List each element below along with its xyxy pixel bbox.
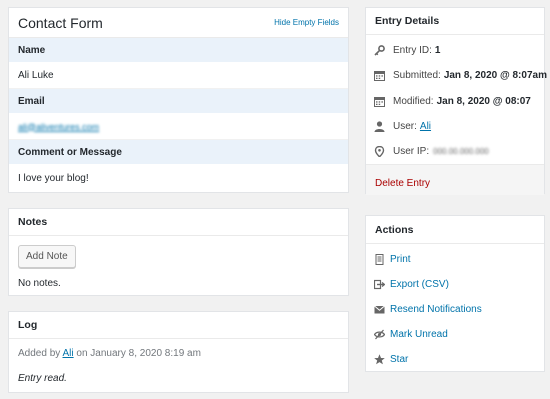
contact-form-panel: Contact Form Hide Empty Fields Name Ali … [8,7,349,193]
entry-id-label: Entry ID: [393,45,432,56]
actions-title: Actions [375,223,414,236]
modified-value: Jan 8, 2020 @ 08:07 [436,96,531,107]
ip-value: 000.00.000.000 [433,147,489,156]
submitted-row: Submitted: Jan 8, 2020 @ 8:07am [374,70,547,81]
contact-form-title: Contact Form [18,14,103,31]
field-label-email: Email [9,89,348,114]
submitted-value: Jan 8, 2020 @ 8:07am [443,70,547,81]
log-user-link[interactable]: Ali [63,348,74,359]
ip-label: User IP: [393,146,430,157]
ip-row: User IP: 000.00.000.000 [374,146,489,157]
log-added-on: on January 8, 2020 8:19 am [76,348,201,359]
actions-panel: Actions Print Export (CSV) Resend Notifi… [365,215,545,372]
log-panel: Log Added by Ali on January 8, 2020 8:19… [8,311,349,393]
notes-header: Notes [9,209,348,236]
log-added-by: Added by Ali on January 8, 2020 8:19 am [18,348,201,359]
key-icon [374,45,385,56]
add-note-button[interactable]: Add Note [18,245,76,268]
user-row: User: Ali [374,121,431,132]
notes-panel: Notes Add Note No notes. [8,208,349,296]
action-star-label: Star [390,354,409,365]
action-mark-unread[interactable]: Mark Unread [374,329,448,340]
log-title: Log [18,319,38,331]
submitted-label: Submitted: [393,70,441,81]
entry-id-value: 1 [434,45,441,56]
log-added-by-prefix: Added by [18,348,61,359]
field-value-name: Ali Luke [9,63,348,89]
actions-header: Actions [366,216,544,244]
star-icon [374,354,385,365]
log-entry-text: Entry read. [18,373,67,384]
user-link[interactable]: Ali [420,121,431,132]
log-header: Log [9,312,348,339]
delete-entry-link[interactable]: Delete Entry [375,178,430,189]
modified-row: Modified: Jan 8, 2020 @ 08:07 [374,96,531,107]
action-print[interactable]: Print [374,254,411,265]
user-label: User: [393,121,417,132]
action-star[interactable]: Star [374,354,408,365]
location-pin-icon [374,146,385,157]
action-resend-notifications[interactable]: Resend Notifications [374,304,482,315]
eye-slash-icon [374,329,385,340]
hide-empty-fields-link[interactable]: Hide Empty Fields [274,18,339,27]
action-print-label: Print [390,254,411,265]
entry-details-panel: Entry Details Entry ID: 1 Submitted: Jan… [365,7,547,195]
notes-title: Notes [18,216,48,228]
action-mark-unread-label: Mark Unread [390,329,448,340]
email-link[interactable]: ali@aliventures.com [18,122,99,132]
contact-form-header: Contact Form Hide Empty Fields [9,8,348,38]
print-icon [374,254,385,265]
action-resend-label: Resend Notifications [390,304,482,315]
field-label-message: Comment or Message [9,140,348,165]
field-value-email: ali@aliventures.com [9,114,348,140]
action-export-csv[interactable]: Export (CSV) [374,279,449,290]
entry-details-title: Entry Details [375,15,440,27]
field-value-message: I love your blog! [18,172,89,184]
action-export-label: Export (CSV) [390,279,449,290]
export-icon [374,279,385,290]
modified-label: Modified: [393,96,434,107]
no-notes-text: No notes. [18,278,61,289]
user-icon [374,121,385,132]
envelope-icon [374,304,385,315]
calendar-icon [374,70,385,81]
calendar-icon [374,96,385,107]
entry-details-header: Entry Details [366,8,544,35]
field-label-name: Name [9,38,348,63]
entry-id-row: Entry ID: 1 [374,45,440,56]
